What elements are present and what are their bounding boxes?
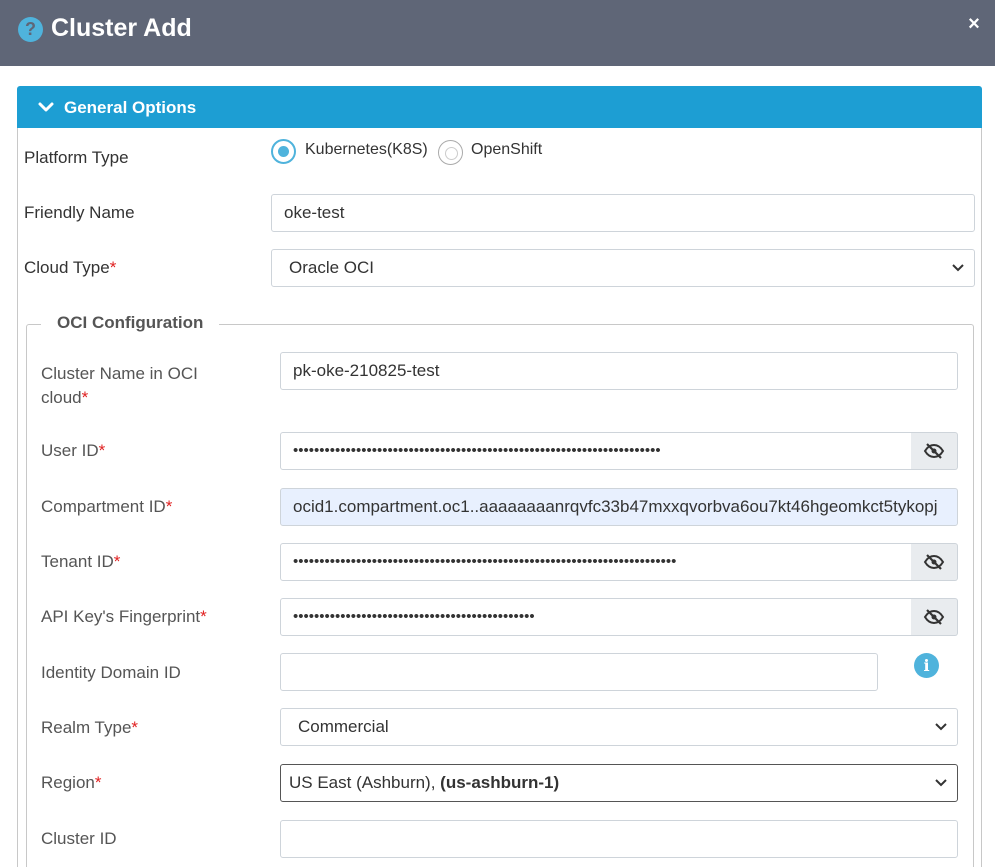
region-value-name: US East (Ashburn), — [289, 773, 441, 792]
eye-slash-icon — [923, 609, 945, 625]
required-marker: * — [94, 773, 102, 792]
user-id-label: User ID* — [41, 441, 105, 461]
region-value: US East (Ashburn), (us-ashburn-1) — [289, 765, 559, 801]
chevron-down-icon — [38, 102, 54, 112]
section-title: General Options — [64, 98, 197, 117]
cluster-id-input[interactable] — [280, 820, 958, 858]
help-icon[interactable]: ? — [18, 17, 43, 42]
required-marker: * — [109, 258, 117, 277]
region-select[interactable]: US East (Ashburn), (us-ashburn-1) — [280, 764, 958, 802]
close-icon[interactable]: × — [963, 13, 985, 35]
toggle-visibility-button[interactable] — [911, 432, 958, 470]
tenant-id-label-text: Tenant ID — [41, 552, 114, 571]
radio-openshift[interactable] — [438, 140, 463, 165]
toggle-visibility-button[interactable] — [911, 543, 958, 581]
cloud-type-select[interactable]: Oracle OCI — [271, 249, 975, 287]
platform-type-label: Platform Type — [24, 148, 129, 167]
realm-type-select[interactable]: Commercial — [280, 708, 958, 746]
radio-openshift-label[interactable]: OpenShift — [471, 141, 542, 159]
region-label-text: Region — [41, 773, 95, 792]
cluster-id-label: Cluster ID — [41, 829, 117, 848]
cluster-name-label-line1: Cluster Name in OCI — [41, 364, 198, 383]
required-marker: * — [165, 497, 173, 516]
required-marker: * — [131, 718, 139, 737]
compartment-id-label-text: Compartment ID — [41, 497, 166, 516]
toggle-visibility-button[interactable] — [911, 598, 958, 636]
tenant-id-input[interactable]: ••••••••••••••••••••••••••••••••••••••••… — [280, 543, 912, 581]
friendly-name-input[interactable]: oke-test — [271, 194, 975, 232]
realm-type-label: Realm Type* — [41, 718, 138, 738]
radio-kubernetes[interactable] — [271, 139, 296, 164]
cloud-type-label-text: Cloud Type — [24, 258, 110, 277]
chevron-down-icon — [935, 779, 947, 787]
friendly-name-label: Friendly Name — [24, 203, 135, 222]
user-id-input[interactable]: ••••••••••••••••••••••••••••••••••••••••… — [280, 432, 912, 470]
info-icon[interactable]: i — [914, 653, 939, 678]
realm-type-value: Commercial — [298, 717, 389, 736]
required-marker: * — [81, 388, 89, 407]
general-options-header[interactable]: General Options — [17, 86, 982, 128]
region-label: Region* — [41, 773, 102, 793]
cluster-name-input[interactable]: pk-oke-210825-test — [280, 352, 958, 390]
eye-slash-icon — [923, 443, 945, 459]
dialog-titlebar: ? Cluster Add × — [0, 0, 995, 66]
identity-domain-label: Identity Domain ID — [41, 663, 181, 682]
fingerprint-input[interactable]: ••••••••••••••••••••••••••••••••••••••••… — [280, 598, 912, 636]
user-id-label-text: User ID — [41, 441, 99, 460]
cluster-name-label-line2: cloud — [41, 388, 82, 407]
required-marker: * — [200, 607, 207, 626]
chevron-down-icon — [935, 723, 947, 731]
cloud-type-value: Oracle OCI — [289, 258, 375, 277]
chevron-down-icon — [952, 264, 964, 272]
fingerprint-label-text: API Key's Fingerprint — [41, 607, 201, 626]
fingerprint-label: API Key's Fingerprint* — [41, 607, 207, 627]
dialog-title: Cluster Add — [51, 14, 192, 42]
required-marker: * — [98, 441, 106, 460]
compartment-id-label: Compartment ID* — [41, 497, 172, 517]
tenant-id-label: Tenant ID* — [41, 552, 120, 572]
identity-domain-input[interactable] — [280, 653, 878, 691]
compartment-id-input[interactable]: ocid1.compartment.oc1..aaaaaaaanrqvfc33b… — [280, 488, 958, 526]
required-marker: * — [113, 552, 121, 571]
oci-configuration-legend: OCI Configuration — [41, 313, 220, 333]
eye-slash-icon — [923, 554, 945, 570]
cluster-name-label: Cluster Name in OCI cloud* — [41, 362, 198, 410]
cloud-type-label: Cloud Type* — [24, 258, 116, 278]
realm-type-label-text: Realm Type — [41, 718, 132, 737]
region-value-code: (us-ashburn-1) — [440, 773, 560, 792]
radio-kubernetes-label[interactable]: Kubernetes(K8S) — [305, 141, 428, 159]
